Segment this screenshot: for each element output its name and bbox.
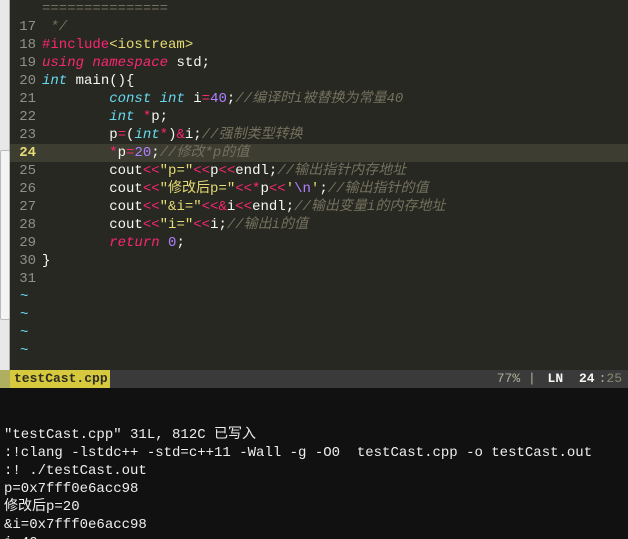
empty-line-tilde: ~	[10, 342, 628, 360]
empty-line-tilde: ~	[10, 324, 628, 342]
code-line[interactable]: 29 return 0;	[10, 234, 628, 252]
line-number: 23	[10, 126, 42, 144]
line-number: 25	[10, 162, 42, 180]
status-position: 77% | LN 24:25	[497, 370, 628, 388]
code-content[interactable]: cout<<"i="<<i;//输出i的值	[42, 216, 628, 234]
line-number: 19	[10, 54, 42, 72]
status-file-section: testCast.cpp	[0, 370, 110, 388]
code-line[interactable]: 27 cout<<"&i="<<&i<<endl;//输出变量i的内存地址	[10, 198, 628, 216]
code-line[interactable]: 24 *p=20;//修改*p的值	[10, 144, 628, 162]
code-content[interactable]: }	[42, 252, 628, 270]
code-line[interactable]: 18#include<iostream>	[10, 36, 628, 54]
vertical-scrollbar[interactable]	[0, 0, 10, 370]
status-bar: testCast.cpp 77% | LN 24:25	[0, 370, 628, 388]
terminal-line: :!clang -lstdc++ -std=c++11 -Wall -g -O0…	[4, 444, 624, 462]
code-line[interactable]: 20int main(){	[10, 72, 628, 90]
code-line[interactable]: 21 const int i=40;//编译时i被替换为常量40	[10, 90, 628, 108]
status-filename: testCast.cpp	[14, 370, 108, 388]
status-ln-label: LN	[548, 371, 564, 386]
code-content[interactable]: cout<<"&i="<<&i<<endl;//输出变量i的内存地址	[42, 198, 628, 216]
terminal-line: i=40	[4, 534, 624, 539]
terminal-line: "testCast.cpp" 31L, 812C 已写入	[4, 426, 624, 444]
line-number: 29	[10, 234, 42, 252]
status-row: 24	[579, 371, 595, 386]
empty-line-tilde: ~	[10, 306, 628, 324]
empty-line-tilde: ~	[10, 288, 628, 306]
line-number: 27	[10, 198, 42, 216]
terminal-line: p=0x7fff0e6acc98	[4, 480, 624, 498]
terminal-line: :! ./testCast.out	[4, 462, 624, 480]
code-line[interactable]: 19using namespace std;	[10, 54, 628, 72]
code-content[interactable]: int *p;	[42, 108, 628, 126]
code-content[interactable]: int main(){	[42, 72, 628, 90]
terminal-output[interactable]: "testCast.cpp" 31L, 812C 已写入:!clang -lst…	[0, 388, 628, 539]
code-content[interactable]: p=(int*)&i;//强制类型转换	[42, 126, 628, 144]
line-number: 17	[10, 18, 42, 36]
line-number: 18	[10, 36, 42, 54]
code-line[interactable]: 30}	[10, 252, 628, 270]
line-number: 24	[10, 144, 42, 162]
line-number: 26	[10, 180, 42, 198]
code-line[interactable]: 23 p=(int*)&i;//强制类型转换	[10, 126, 628, 144]
editor-top-marker: ===============	[10, 0, 628, 18]
terminal-line: 修改后p=20	[4, 498, 624, 516]
code-content[interactable]: using namespace std;	[42, 54, 628, 72]
code-content[interactable]: */	[42, 18, 628, 36]
code-line[interactable]: 25 cout<<"p="<<p<<endl;//输出指针内存地址	[10, 162, 628, 180]
status-col: 25	[606, 371, 622, 386]
code-line[interactable]: 31	[10, 270, 628, 288]
code-content[interactable]: return 0;	[42, 234, 628, 252]
line-number: 28	[10, 216, 42, 234]
scroll-thumb[interactable]	[0, 150, 10, 320]
terminal-line: &i=0x7fff0e6acc98	[4, 516, 624, 534]
code-content[interactable]: const int i=40;//编译时i被替换为常量40	[42, 90, 628, 108]
code-content[interactable]: cout<<"p="<<p<<endl;//输出指针内存地址	[42, 162, 628, 180]
code-content[interactable]: cout<<"修改后p="<<*p<<'\n';//输出指针的值	[42, 180, 628, 198]
status-percent: 77%	[497, 371, 520, 386]
line-number: 31	[10, 270, 42, 288]
code-content[interactable]: #include<iostream>	[42, 36, 628, 54]
code-line[interactable]: 26 cout<<"修改后p="<<*p<<'\n';//输出指针的值	[10, 180, 628, 198]
line-number: 30	[10, 252, 42, 270]
line-number: 22	[10, 108, 42, 126]
code-line[interactable]: 17 */	[10, 18, 628, 36]
line-number: 20	[10, 72, 42, 90]
code-editor[interactable]: =============== 17 */18#include<iostream…	[0, 0, 628, 370]
code-content[interactable]	[42, 270, 628, 288]
code-content[interactable]: *p=20;//修改*p的值	[42, 144, 628, 162]
line-number: 21	[10, 90, 42, 108]
code-line[interactable]: 28 cout<<"i="<<i;//输出i的值	[10, 216, 628, 234]
mode-indicator	[0, 370, 10, 388]
code-line[interactable]: 22 int *p;	[10, 108, 628, 126]
